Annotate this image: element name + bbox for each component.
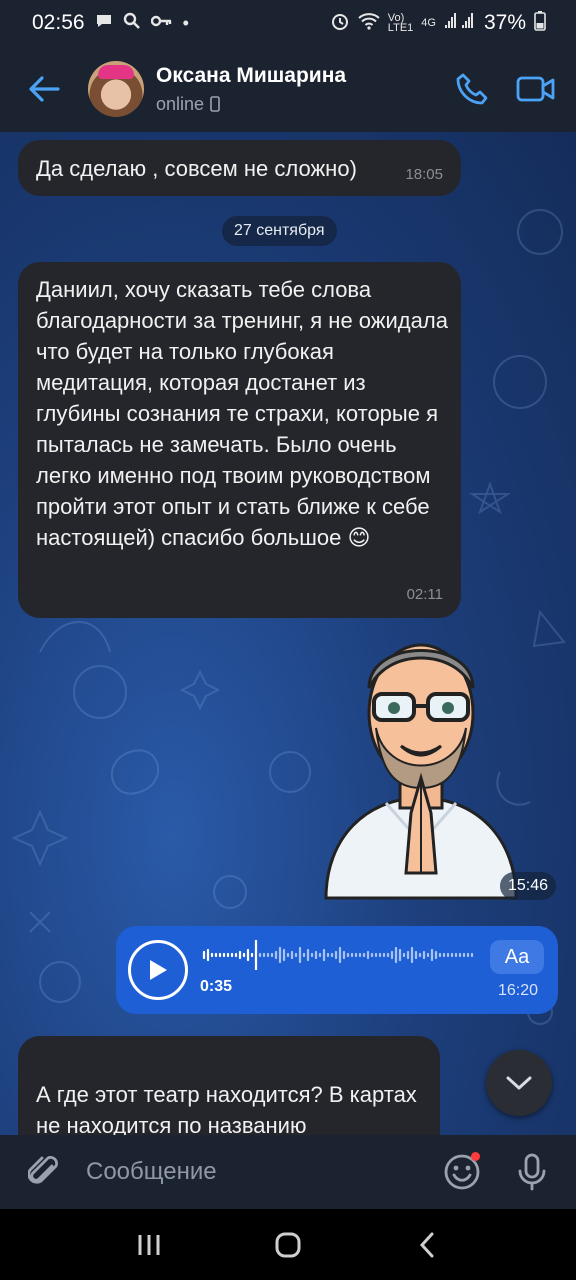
recent-apps-icon — [138, 1234, 160, 1255]
date-separator: 27 сентября — [222, 216, 337, 246]
phone-device-icon — [210, 96, 220, 112]
contact-info[interactable]: Оксана Мишарина online — [156, 64, 448, 115]
avatar[interactable] — [88, 61, 144, 117]
contact-name: Оксана Мишарина — [156, 63, 347, 87]
play-icon — [150, 960, 167, 980]
clock: 02:56 — [32, 11, 85, 34]
paperclip-icon — [28, 1156, 58, 1184]
message-input[interactable] — [86, 1148, 438, 1196]
volte-icon: Vo) LTE1 — [387, 12, 414, 34]
contact-status-text: online — [156, 93, 205, 114]
key-notification-icon — [150, 12, 173, 35]
arrow-left-icon — [29, 76, 60, 102]
call-button[interactable] — [448, 65, 496, 113]
voice-waveform — [202, 940, 474, 970]
home-icon — [275, 1232, 301, 1257]
wifi-icon — [358, 12, 380, 35]
video-call-button[interactable] — [512, 65, 560, 113]
attach-button[interactable] — [20, 1148, 68, 1196]
voice-time: 16:20 — [498, 982, 539, 999]
message-time: 02:11 — [406, 586, 443, 603]
voice-duration: 0:35 — [200, 978, 233, 995]
battery-icon — [534, 10, 546, 36]
more-notifications-dot-icon: • — [182, 12, 189, 33]
contact-status: online — [156, 94, 448, 115]
message-bubble-incoming[interactable]: Да сделаю , совсем не сложно) 18:05 — [18, 140, 461, 196]
network-type-label: 4G — [421, 17, 436, 29]
scroll-to-bottom-button[interactable] — [486, 1050, 552, 1116]
message-text: Даниил, хочу сказать тебе слова благодар… — [36, 277, 448, 550]
message-composer — [0, 1135, 576, 1209]
battery-percent: 37% — [483, 11, 526, 34]
alarm-icon — [330, 11, 350, 36]
chat-header: Оксана Мишарина online — [0, 46, 576, 132]
voice-record-button[interactable] — [508, 1148, 556, 1196]
video-camera-icon — [516, 76, 555, 102]
message-text: А где этот театр находится? В картах не … — [36, 1082, 417, 1135]
emoji-button[interactable] — [438, 1148, 486, 1196]
microphone-icon — [518, 1153, 546, 1191]
sticker-praying-man[interactable] — [316, 628, 526, 908]
message-text: Да сделаю , совсем не сложно) — [36, 155, 357, 181]
signal-icon — [444, 12, 476, 35]
play-button[interactable] — [128, 940, 188, 1000]
recent-apps-button[interactable] — [119, 1215, 179, 1275]
search-notification-icon — [123, 12, 141, 35]
home-button[interactable] — [258, 1215, 318, 1275]
transcribe-button[interactable]: Aa — [490, 940, 544, 974]
notification-dot — [471, 1152, 480, 1161]
message-bubble-incoming[interactable]: А где этот театр находится? В картах не … — [18, 1036, 440, 1135]
message-bubble-incoming[interactable]: Даниил, хочу сказать тебе слова благодар… — [18, 262, 461, 618]
system-navigation-bar — [0, 1209, 576, 1280]
voice-message-bubble[interactable]: 0:35 Aa 16:20 — [116, 926, 558, 1014]
chevron-left-icon — [419, 1232, 434, 1257]
chat-notification-icon — [95, 12, 113, 35]
sticker-time: 15:46 — [500, 872, 557, 900]
message-time: 18:05 — [405, 165, 443, 183]
phone-icon — [456, 73, 488, 105]
chat-area[interactable]: Да сделаю , совсем не сложно) 18:05 27 с… — [0, 132, 576, 1135]
status-bar: 02:56 • Vo) LTE1 4G 37% — [0, 0, 576, 46]
back-nav-button[interactable] — [397, 1215, 457, 1275]
back-button[interactable] — [20, 65, 68, 113]
chevron-down-icon — [506, 1076, 532, 1090]
